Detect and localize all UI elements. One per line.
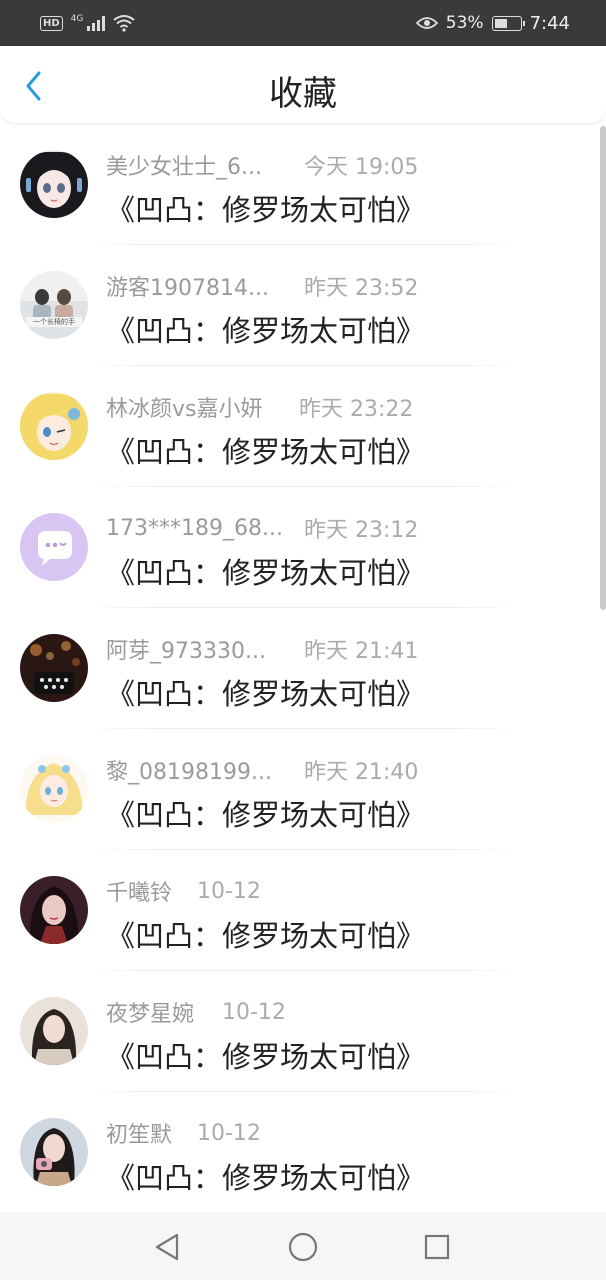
avatar[interactable]	[20, 634, 88, 702]
username: 初笙默	[106, 1123, 173, 1148]
page-title: 收藏	[269, 74, 337, 114]
timestamp: 今天 19:05	[304, 155, 419, 180]
list-item[interactable]: 美少女壮士_6... 今天 19:05 《凹凸：修罗场太可怕》	[0, 124, 606, 245]
username: 美少女壮士_6...	[106, 155, 262, 180]
system-nav-bar	[0, 1212, 606, 1280]
list-item[interactable]: 173***189_68... 昨天 23:12 《凹凸：修罗场太可怕》	[0, 487, 606, 608]
username: 夜梦星婉	[106, 1002, 195, 1027]
item-title[interactable]: 《凹凸：修罗场太可怕》	[106, 1034, 425, 1076]
hd-badge: HD	[40, 15, 63, 31]
item-meta: 林冰颜vs嘉小妍 昨天 23:22	[106, 392, 413, 422]
nav-back-button[interactable]	[150, 1230, 184, 1264]
app-header: 收藏	[0, 46, 606, 124]
item-meta: 游客1907814... 昨天 23:52	[106, 271, 418, 301]
nav-home-button[interactable]	[286, 1230, 320, 1264]
item-meta: 初笙默 10-12	[106, 1118, 261, 1149]
timestamp: 10-12	[222, 999, 286, 1025]
avatar[interactable]	[20, 755, 88, 823]
item-meta: 173***189_68... 昨天 23:12	[106, 513, 419, 544]
status-left: HD 4G	[40, 14, 135, 32]
username: 林冰颜vs嘉小妍	[106, 397, 263, 422]
avatar[interactable]	[20, 392, 88, 460]
eye-comfort-icon	[415, 17, 438, 29]
timestamp: 10-12	[197, 878, 261, 904]
signal-icon	[87, 15, 106, 31]
item-meta: 阿芽_973330... 昨天 21:41	[106, 634, 418, 664]
item-title[interactable]: 《凹凸：修罗场太可怕》	[106, 671, 425, 713]
item-title[interactable]: 《凹凸：修罗场太可怕》	[106, 308, 425, 350]
favorites-list[interactable]: 美少女壮士_6... 今天 19:05 《凹凸：修罗场太可怕》 一个长椅的手 游…	[0, 124, 606, 1212]
list-item[interactable]: 阿芽_973330... 昨天 21:41 《凹凸：修罗场太可怕》	[0, 608, 606, 729]
list-item[interactable]: 一个长椅的手 游客1907814... 昨天 23:52 《凹凸：修罗场太可怕》	[0, 245, 606, 366]
item-title[interactable]: 《凹凸：修罗场太可怕》	[106, 1155, 425, 1197]
clock: 7:44	[529, 12, 570, 34]
username: 阿芽_973330...	[106, 639, 266, 664]
item-meta: 黎_08198199... 昨天 21:40	[106, 755, 418, 785]
username: 黎_08198199...	[106, 760, 272, 785]
item-meta: 美少女壮士_6... 今天 19:05	[106, 150, 418, 180]
avatar[interactable]	[20, 997, 88, 1065]
item-meta: 夜梦星婉 10-12	[106, 997, 286, 1028]
item-title[interactable]: 《凹凸：修罗场太可怕》	[106, 913, 425, 955]
circle-home-icon	[288, 1232, 318, 1262]
avatar[interactable]	[20, 513, 88, 581]
wifi-icon	[113, 15, 135, 32]
avatar[interactable]	[20, 1118, 88, 1186]
timestamp: 昨天 23:22	[299, 397, 414, 422]
list-item[interactable]: 夜梦星婉 10-12 《凹凸：修罗场太可怕》	[0, 971, 606, 1092]
username: 游客1907814...	[106, 276, 269, 301]
timestamp: 昨天 21:41	[304, 639, 419, 664]
timestamp: 昨天 23:12	[304, 518, 419, 543]
item-title[interactable]: 《凹凸：修罗场太可怕》	[106, 550, 425, 592]
item-title[interactable]: 《凹凸：修罗场太可怕》	[106, 187, 425, 229]
username: 千曦铃	[106, 881, 173, 906]
item-title[interactable]: 《凹凸：修罗场太可怕》	[106, 792, 425, 834]
battery-icon	[491, 15, 525, 31]
square-recents-icon	[424, 1234, 450, 1260]
battery-level	[494, 18, 507, 28]
nav-recents-button[interactable]	[420, 1230, 454, 1264]
battery-percent: 53%	[445, 13, 484, 33]
list-item[interactable]: 千曦铃 10-12 《凹凸：修罗场太可怕》	[0, 850, 606, 971]
timestamp: 10-12	[197, 1120, 261, 1146]
list-item[interactable]: 黎_08198199... 昨天 21:40 《凹凸：修罗场太可怕》	[0, 729, 606, 850]
username: 173***189_68...	[106, 515, 283, 541]
scrollbar[interactable]	[600, 126, 606, 610]
item-meta: 千曦铃 10-12	[106, 876, 261, 907]
avatar[interactable]	[20, 150, 88, 218]
triangle-back-icon	[155, 1233, 179, 1261]
avatar-caption: 一个长椅的手	[33, 318, 75, 326]
timestamp: 昨天 23:52	[304, 276, 419, 301]
status-right: 53% 7:44	[415, 12, 570, 34]
avatar[interactable]	[20, 876, 88, 944]
list-item[interactable]: 初笙默 10-12 《凹凸：修罗场太可怕》	[0, 1092, 606, 1212]
status-bar: HD 4G 53% 7:44	[0, 0, 606, 46]
avatar[interactable]: 一个长椅的手	[20, 271, 88, 339]
timestamp: 昨天 21:40	[304, 760, 419, 785]
list-item[interactable]: 林冰颜vs嘉小妍 昨天 23:22 《凹凸：修罗场太可怕》	[0, 366, 606, 487]
item-title[interactable]: 《凹凸：修罗场太可怕》	[106, 429, 425, 471]
network-type: 4G	[70, 14, 84, 24]
